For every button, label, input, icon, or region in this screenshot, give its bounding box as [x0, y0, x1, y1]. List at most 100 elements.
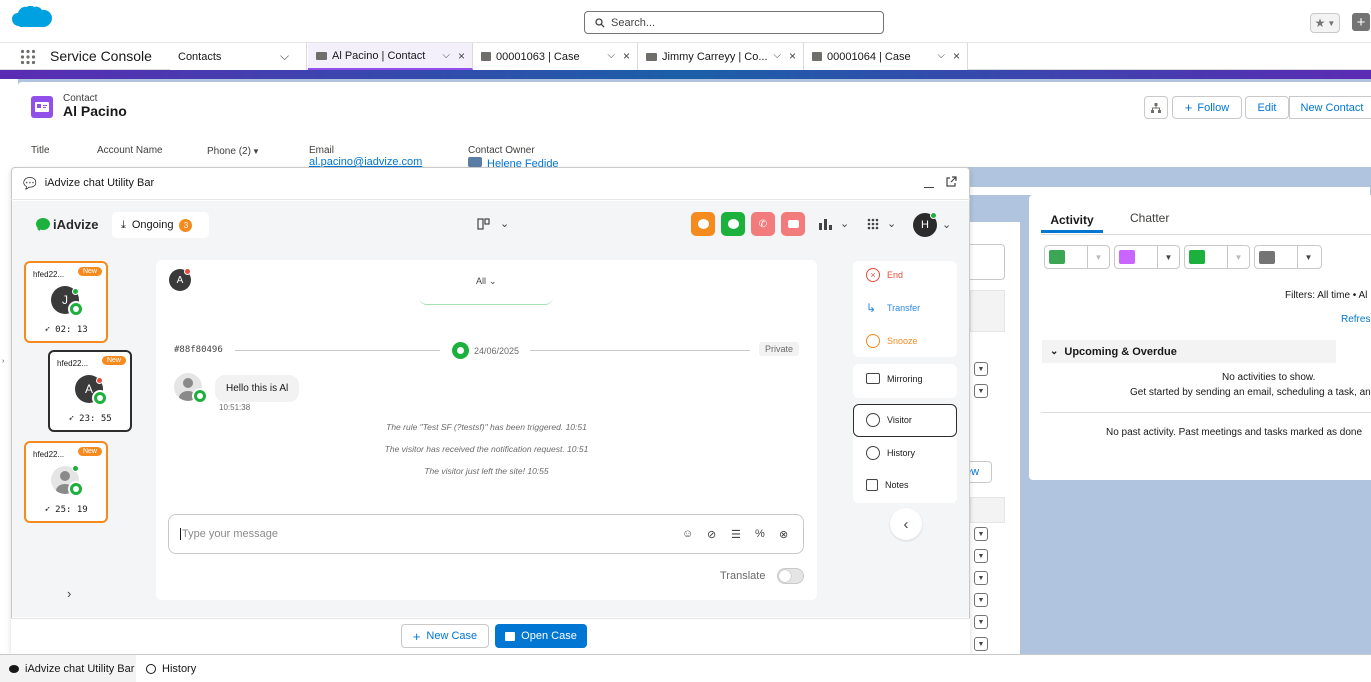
utility-bar: [0, 654, 1371, 682]
messaging-channel-button[interactable]: [721, 212, 745, 236]
tab-close-icon[interactable]: ×: [953, 49, 960, 63]
utility-item-iadvize[interactable]: iAdvize chat Utility Bar: [0, 655, 136, 682]
tab-case-00001063[interactable]: 00001063 | Case ⌵ ×: [473, 43, 638, 70]
salesforce-logo[interactable]: [11, 6, 55, 38]
open-case-button[interactable]: Open Case: [495, 624, 587, 648]
row-action-dropdown[interactable]: ▼: [974, 637, 988, 651]
unlink-icon[interactable]: ⊗: [779, 528, 788, 541]
conversation-card[interactable]: hfed22... New ➶ 25: 19: [24, 441, 108, 523]
tab-chevron-icon[interactable]: ⌵: [773, 50, 781, 61]
record-name: Al Pacino: [63, 103, 127, 119]
history-button[interactable]: History: [866, 446, 915, 460]
popout-icon[interactable]: [946, 176, 957, 187]
ongoing-button[interactable]: ⤓ Ongoing 3: [112, 212, 209, 238]
tab-al-pacino-contact[interactable]: Al Pacino | Contact ⌵ ×: [308, 43, 473, 70]
log-call-button[interactable]: ▼: [1184, 245, 1250, 269]
upcoming-overdue-section[interactable]: ⌄ Upcoming & Overdue: [1042, 340, 1336, 363]
edit-button[interactable]: Edit: [1245, 96, 1289, 119]
conversation-timer: ➶ 02: 13: [44, 325, 88, 335]
new-event-button[interactable]: ▼: [1114, 245, 1180, 269]
new-task-button[interactable]: ▼: [1044, 245, 1110, 269]
tab-chevron-icon[interactable]: ⌵: [937, 50, 945, 61]
tab-close-icon[interactable]: ×: [623, 49, 630, 63]
contact-tab-icon: [646, 52, 657, 61]
row-action-dropdown[interactable]: ▼: [974, 527, 988, 541]
clock-icon: [866, 446, 880, 460]
conversation-card[interactable]: hfed22... New J ➶ 02: 13: [24, 261, 108, 343]
call-off-icon: ✆: [758, 218, 768, 230]
notes-button[interactable]: Notes: [866, 479, 909, 491]
snooze-button[interactable]: Snooze: [866, 334, 918, 348]
tab-case-00001064[interactable]: 00001064 | Case ⌵ ×: [804, 43, 968, 70]
row-action-dropdown[interactable]: ▼: [974, 593, 988, 607]
related-input-fragment[interactable]: [970, 244, 1005, 280]
chevron-down-icon: ⌄: [500, 218, 510, 230]
mirroring-button[interactable]: Mirroring: [866, 373, 923, 384]
collapse-arrow-icon[interactable]: ›: [2, 358, 4, 365]
row-action-dropdown[interactable]: ▼: [974, 571, 988, 585]
hierarchy-button[interactable]: [1144, 96, 1168, 119]
conversation-card-selected[interactable]: hfed22... New A ➶ 23: 55: [48, 350, 132, 432]
refresh-link[interactable]: Refresh: [1341, 314, 1371, 325]
field-phone-label[interactable]: Phone (2): [207, 146, 251, 157]
translate-toggle[interactable]: [777, 568, 804, 584]
percent-icon[interactable]: %: [755, 528, 765, 540]
app-launcher-icon[interactable]: [20, 49, 36, 65]
row-action-dropdown[interactable]: ▼: [974, 615, 988, 629]
conversation-id: hfed22...: [33, 270, 65, 279]
global-search-input[interactable]: Search...: [584, 11, 884, 34]
tab-chatter[interactable]: Chatter: [1130, 211, 1169, 225]
expand-list-chevron-icon[interactable]: ›: [67, 586, 71, 601]
row-action-dropdown[interactable]: ▼: [974, 362, 988, 376]
global-add-button[interactable]: +: [1352, 13, 1370, 31]
row-action-dropdown[interactable]: ▼: [974, 384, 988, 398]
minimize-icon[interactable]: [924, 178, 934, 188]
nav-menu-chevron-icon[interactable]: ⌵: [280, 49, 289, 64]
canned-responses-icon[interactable]: ☰: [731, 528, 741, 541]
chevron-down-icon[interactable]: ▼: [1087, 246, 1109, 268]
phone-dropdown-icon[interactable]: ▼: [252, 147, 260, 156]
row-action-dropdown[interactable]: ▼: [974, 549, 988, 563]
chat-channel-button[interactable]: [691, 212, 715, 236]
video-channel-button[interactable]: [781, 212, 805, 236]
message-input[interactable]: Type your message: [180, 528, 278, 540]
transfer-button[interactable]: ↳ Transfer: [866, 301, 920, 315]
visitor-button[interactable]: Visitor: [866, 413, 912, 427]
new-badge: New: [101, 356, 126, 365]
favorites-button[interactable]: ★ ▼: [1310, 13, 1340, 33]
activity-filters[interactable]: Filters: All time • Al: [1285, 290, 1367, 301]
tab-close-icon[interactable]: ×: [789, 49, 796, 63]
message-filter-dropdown[interactable]: All ⌄: [476, 276, 497, 287]
collapse-panel-chevron-icon[interactable]: ‹: [890, 508, 922, 540]
apps-menu[interactable]: ⌄: [867, 217, 896, 230]
tab-chevron-icon[interactable]: ⌵: [442, 50, 450, 61]
visitor-message-bubble: Hello this is Al: [215, 375, 300, 402]
chevron-down-icon[interactable]: ▼: [1227, 246, 1249, 268]
follow-button[interactable]: + Follow: [1172, 96, 1242, 119]
new-case-label: New Case: [426, 630, 478, 642]
message-time: 10:51:38: [219, 403, 251, 412]
call-channel-button[interactable]: ✆: [751, 212, 775, 236]
star-icon: ★: [1314, 16, 1326, 30]
tab-close-icon[interactable]: ×: [458, 49, 465, 63]
nav-menu-label: Contacts: [178, 50, 222, 63]
attachment-icon[interactable]: ⊘: [707, 528, 716, 541]
emoji-icon[interactable]: ☺: [682, 528, 693, 540]
tab-chevron-icon[interactable]: ⌵: [607, 50, 615, 61]
new-case-button[interactable]: + New Case: [401, 624, 489, 648]
new-contact-button[interactable]: New Contact: [1289, 96, 1371, 119]
utility-item-history[interactable]: History: [146, 655, 196, 682]
end-button[interactable]: × End: [866, 268, 903, 282]
tab-activity[interactable]: Activity: [1041, 210, 1103, 233]
agent-menu-chevron-icon[interactable]: ⌄: [942, 218, 951, 231]
tab-activity-label: Activity: [1050, 213, 1094, 227]
email-button[interactable]: ▼: [1254, 245, 1322, 269]
tab-jimmy-carreyy-contact[interactable]: Jimmy Carreyy | Co... ⌵ ×: [638, 43, 804, 70]
chevron-down-icon[interactable]: ▼: [1157, 246, 1179, 268]
layout-toggle[interactable]: ⌄: [477, 217, 509, 230]
chevron-down-icon[interactable]: ▼: [1297, 246, 1319, 268]
ongoing-label: Ongoing: [131, 219, 174, 231]
hierarchy-icon: [1151, 102, 1161, 113]
utility-item-label: iAdvize chat Utility Bar: [25, 662, 135, 675]
stats-menu[interactable]: ⌄: [819, 217, 849, 230]
